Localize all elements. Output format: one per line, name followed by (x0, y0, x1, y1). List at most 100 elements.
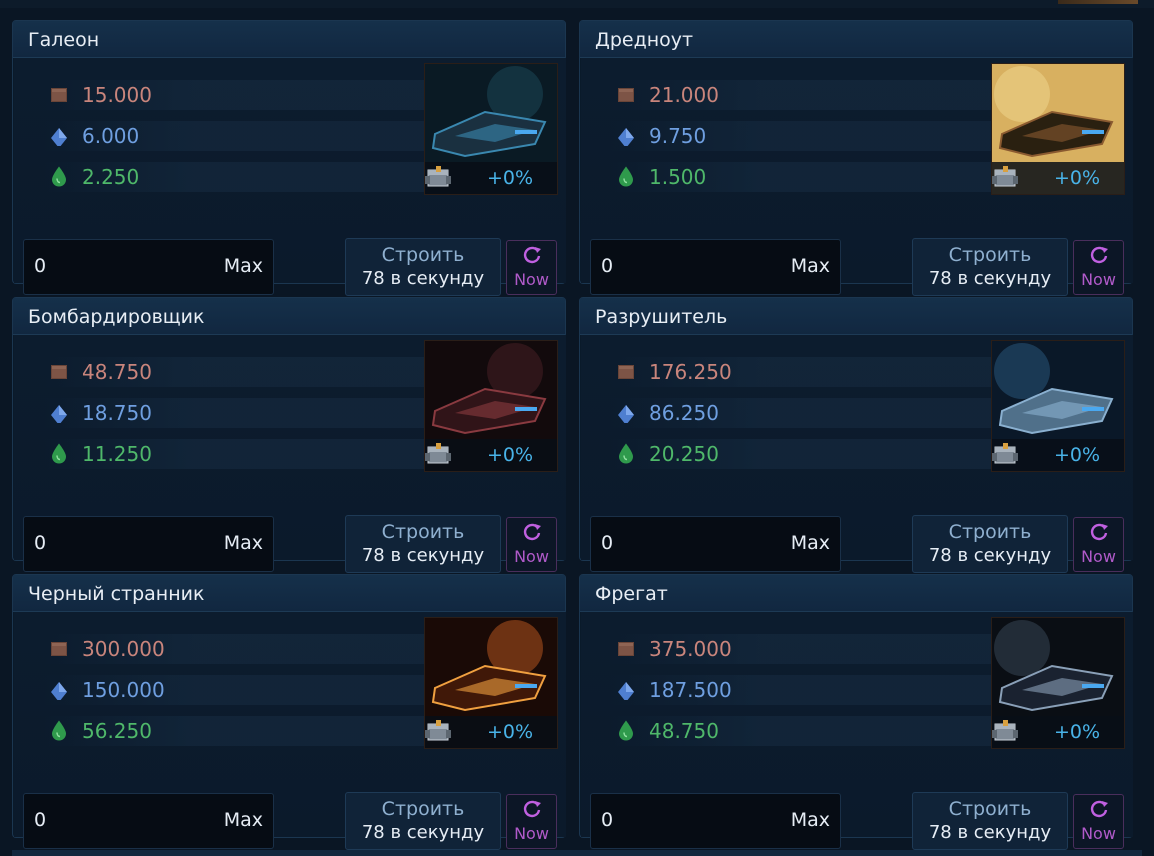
metal-cost: 300.000 (82, 637, 165, 661)
deuterium-icon (619, 166, 633, 187)
ship-name: Бомбардировщик (28, 306, 205, 328)
quantity-input[interactable]: 0 Max (23, 516, 274, 572)
build-button[interactable]: Строить 78 в секунду (912, 515, 1068, 573)
ship-name: Разрушитель (595, 306, 728, 328)
quantity-value[interactable]: 0 (34, 809, 46, 831)
max-button[interactable]: Max (791, 532, 830, 554)
ship-image[interactable]: +0% (424, 63, 558, 195)
next-row-edge (12, 850, 1142, 856)
metal-cost: 48.750 (82, 360, 152, 384)
build-label: Строить (381, 521, 465, 543)
crystal-icon (618, 405, 634, 423)
ship-card-1: Галеон 15.000 6.000 2.250 +0% 0 Max Стро… (12, 20, 566, 296)
build-button[interactable]: Строить 78 в секунду (345, 792, 501, 850)
bonus-percent: +0% (1053, 167, 1100, 189)
build-now-button[interactable]: Now (1073, 794, 1124, 849)
crate-icon[interactable] (425, 439, 453, 465)
top-decoration (1058, 0, 1138, 4)
build-rate: 78 в секунду (361, 545, 485, 566)
crate-icon[interactable] (425, 162, 453, 188)
metal-icon (618, 365, 634, 379)
bonus-percent: +0% (486, 167, 533, 189)
bonus-bar: +0% (425, 162, 557, 194)
ship-image[interactable]: +0% (991, 340, 1125, 472)
crystal-icon (51, 682, 67, 700)
ship-header: Дредноут (580, 21, 1132, 58)
build-now-button[interactable]: Now (1073, 240, 1124, 295)
quantity-value[interactable]: 0 (34, 255, 46, 277)
refresh-icon (523, 523, 541, 541)
deuterium-icon (52, 166, 66, 187)
max-button[interactable]: Max (224, 809, 263, 831)
crate-icon[interactable] (992, 716, 1020, 742)
build-now-button[interactable]: Now (506, 240, 557, 295)
quantity-input[interactable]: 0 Max (590, 239, 841, 295)
build-rate: 78 в секунду (928, 545, 1052, 566)
ship-card-2: Дредноут 21.000 9.750 1.500 +0% 0 Max Ст… (579, 20, 1133, 296)
ship-image[interactable]: +0% (991, 63, 1125, 195)
quantity-value[interactable]: 0 (601, 809, 613, 831)
deuterium-cost: 1.500 (649, 165, 707, 189)
crate-icon[interactable] (425, 716, 453, 742)
refresh-icon (1090, 246, 1108, 264)
now-label: Now (1081, 547, 1116, 566)
crystal-icon (618, 682, 634, 700)
crystal-cost: 9.750 (649, 124, 707, 148)
metal-cost: 176.250 (649, 360, 732, 384)
build-label: Строить (381, 798, 465, 820)
crystal-icon (51, 405, 67, 423)
metal-icon (51, 642, 67, 656)
now-label: Now (1081, 824, 1116, 843)
ship-image[interactable]: +0% (424, 617, 558, 749)
deuterium-icon (52, 720, 66, 741)
crystal-icon (618, 128, 634, 146)
ship-card-3: Бомбардировщик 48.750 18.750 11.250 +0% … (12, 297, 566, 573)
deuterium-cost: 11.250 (82, 442, 152, 466)
crate-icon[interactable] (992, 162, 1020, 188)
build-now-button[interactable]: Now (506, 517, 557, 572)
quantity-input[interactable]: 0 Max (23, 239, 274, 295)
build-now-button[interactable]: Now (1073, 517, 1124, 572)
quantity-value[interactable]: 0 (601, 255, 613, 277)
quantity-input[interactable]: 0 Max (23, 793, 274, 849)
ship-image[interactable]: +0% (424, 340, 558, 472)
build-button[interactable]: Строить 78 в секунду (345, 238, 501, 296)
ship-header: Черный странник (13, 575, 565, 612)
quantity-value[interactable]: 0 (34, 532, 46, 554)
max-button[interactable]: Max (791, 809, 830, 831)
quantity-input[interactable]: 0 Max (590, 793, 841, 849)
build-button[interactable]: Строить 78 в секунду (345, 515, 501, 573)
deuterium-cost: 2.250 (82, 165, 140, 189)
ship-card-5: Черный странник 300.000 150.000 56.250 +… (12, 574, 566, 850)
build-now-button[interactable]: Now (506, 794, 557, 849)
ship-image[interactable]: +0% (991, 617, 1125, 749)
quantity-input[interactable]: 0 Max (590, 516, 841, 572)
metal-icon (618, 88, 634, 102)
max-button[interactable]: Max (224, 532, 263, 554)
build-button[interactable]: Строить 78 в секунду (912, 238, 1068, 296)
build-rate: 78 в секунду (361, 822, 485, 843)
bonus-bar: +0% (992, 439, 1124, 471)
crate-icon[interactable] (992, 439, 1020, 465)
crystal-cost: 187.500 (649, 678, 732, 702)
build-label: Строить (381, 244, 465, 266)
max-button[interactable]: Max (224, 255, 263, 277)
refresh-icon (1090, 523, 1108, 541)
ship-name: Фрегат (595, 583, 668, 605)
ship-content: 15.000 6.000 2.250 +0% 0 Max Строить 78 … (14, 58, 566, 296)
now-label: Now (514, 547, 549, 566)
deuterium-cost: 48.750 (649, 719, 719, 743)
now-label: Now (514, 270, 549, 289)
deuterium-cost: 56.250 (82, 719, 152, 743)
bonus-percent: +0% (1053, 721, 1100, 743)
metal-cost: 15.000 (82, 83, 152, 107)
max-button[interactable]: Max (791, 255, 830, 277)
art-glow (994, 66, 1050, 122)
build-label: Строить (948, 798, 1032, 820)
art-glow (994, 620, 1050, 676)
quantity-value[interactable]: 0 (601, 532, 613, 554)
ship-content: 21.000 9.750 1.500 +0% 0 Max Строить 78 … (581, 58, 1133, 296)
build-label: Строить (948, 244, 1032, 266)
build-button[interactable]: Строить 78 в секунду (912, 792, 1068, 850)
ship-engine (515, 684, 537, 688)
